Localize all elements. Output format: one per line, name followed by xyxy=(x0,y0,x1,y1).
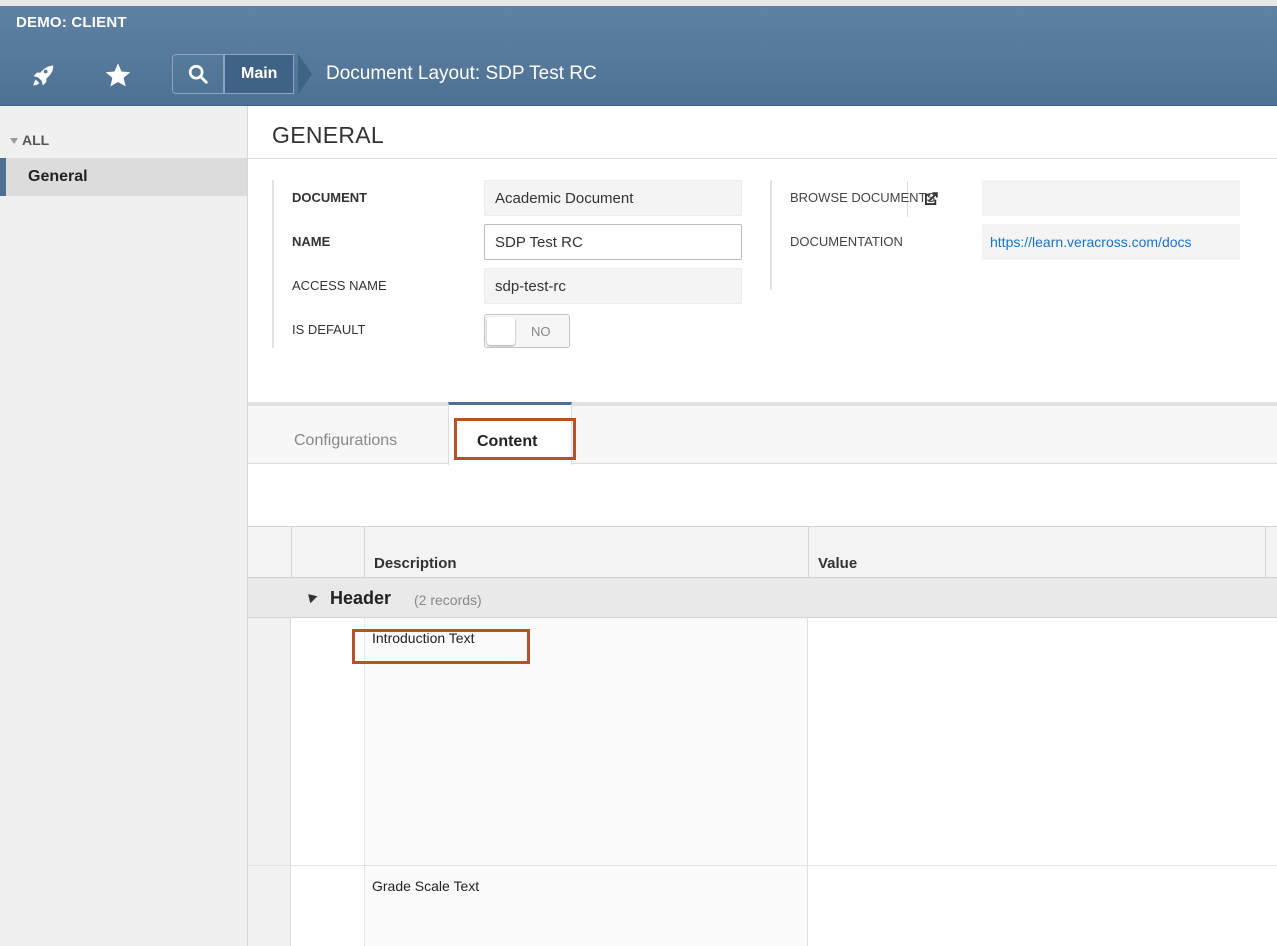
sidebar-all-label: ALL xyxy=(22,132,50,148)
column-divider xyxy=(808,527,809,579)
app-title: DEMO: CLIENT xyxy=(16,14,127,31)
related-form: BROWSE DOCUMENTS DOCUMENTATION https://l… xyxy=(770,180,1277,290)
browse-documents-label: BROWSE DOCUMENTS xyxy=(790,190,936,205)
nav-row: Main Document Layout: SDP Test RC xyxy=(0,48,1277,102)
rocket-icon[interactable] xyxy=(16,48,72,102)
documentation-label: DOCUMENTATION xyxy=(790,234,903,249)
collapse-triangle-icon[interactable] xyxy=(304,590,318,604)
document-label: DOCUMENT xyxy=(292,190,368,205)
highlight-box-content-tab xyxy=(454,418,576,460)
search-button[interactable] xyxy=(172,54,224,94)
document-field: Academic Document xyxy=(484,180,938,217)
general-form: DOCUMENT Academic Document NAME SDP Test… xyxy=(272,180,938,348)
sidebar-all-toggle[interactable]: ALL xyxy=(10,132,49,148)
group-count: (2 records) xyxy=(414,592,482,608)
column-header-value[interactable]: Value xyxy=(818,555,857,572)
sidebar-item-general[interactable]: General xyxy=(0,158,247,196)
document-value: Academic Document xyxy=(495,189,634,207)
breadcrumb-main[interactable]: Main xyxy=(224,54,295,94)
column-header-description[interactable]: Description xyxy=(374,555,457,572)
page-title: Document Layout: SDP Test RC xyxy=(326,63,597,84)
divider xyxy=(248,158,1277,159)
tab-configurations[interactable]: Configurations xyxy=(294,432,397,450)
documentation-link[interactable]: https://learn.veracross.com/docs xyxy=(990,234,1240,250)
is-default-label: IS DEFAULT xyxy=(292,322,366,337)
sidebar: ALL General xyxy=(0,106,248,946)
star-icon[interactable] xyxy=(90,48,146,102)
row-handle[interactable] xyxy=(248,618,291,865)
top-bar: DEMO: CLIENT Main Document Layout: SDP T… xyxy=(0,0,1277,106)
row-description: Grade Scale Text xyxy=(372,878,480,894)
name-input[interactable]: SDP Test RC xyxy=(484,224,742,260)
table-row[interactable]: Grade Scale Text xyxy=(248,866,1277,946)
breadcrumb-separator xyxy=(298,54,312,94)
column-divider xyxy=(1265,527,1266,579)
is-default-toggle[interactable]: NO xyxy=(484,314,570,348)
browse-documents-field[interactable] xyxy=(982,180,1240,216)
main-panel: GENERAL DOCUMENT Academic Document NAME … xyxy=(248,106,1277,946)
name-label: NAME xyxy=(292,234,331,249)
sidebar-item-label: General xyxy=(28,168,88,185)
group-name: Header xyxy=(330,588,392,608)
access-name-field: sdp-test-rc xyxy=(484,268,742,304)
access-name-label: ACCESS NAME xyxy=(292,278,387,293)
column-divider xyxy=(364,527,365,579)
highlight-box-introduction-text xyxy=(352,629,530,664)
section-title: GENERAL xyxy=(272,122,385,148)
column-divider xyxy=(291,527,292,579)
search-icon xyxy=(188,64,208,84)
tab-bar: Configurations Content xyxy=(248,402,1277,465)
toggle-value: NO xyxy=(531,324,551,339)
grid-header: Description Value xyxy=(248,526,1277,579)
caret-down-icon xyxy=(10,138,18,145)
content-grid: Description Value Header (2 records) Int… xyxy=(248,526,1277,946)
row-handle[interactable] xyxy=(248,866,291,946)
group-row-header[interactable]: Header (2 records) xyxy=(248,578,1277,618)
toggle-knob xyxy=(487,317,515,345)
